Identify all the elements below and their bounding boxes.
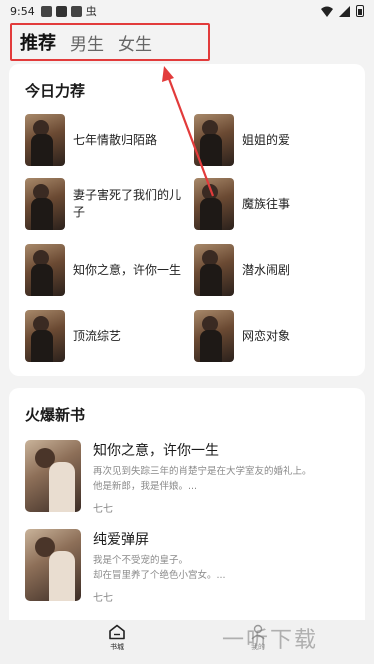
notification-icon-2 [55,5,67,17]
book-item[interactable]: 顶流综艺 [25,310,185,362]
book-description: 再次见到失踪三年的肖楚宁是在大学室友的婚礼上。 他是新郎，我是伴娘。... [93,466,312,492]
book-cover [25,114,65,166]
status-time: 9:54 [10,4,35,18]
book-cover [25,440,81,512]
book-title: 纯爱弹屏 [93,532,149,548]
book-author: 七七 [93,504,113,515]
book-title: 潜水闹剧 [242,262,291,277]
book-cover [25,244,65,296]
notification-icon [40,5,52,17]
book-item[interactable]: 网恋对象 [194,310,354,362]
book-title: 七年情散归陌路 [73,132,158,147]
battery-icon [356,5,364,17]
book-title: 网恋对象 [242,328,291,343]
book-title: 顶流综艺 [73,328,122,343]
book-cover [194,244,234,296]
book-item[interactable]: 七年情散归陌路 [25,114,185,166]
hot-new-books-card: 火爆新书 知你之意，许你一生 再次见到失踪三年的肖楚宁是在大学室友的婚礼上。 他… [9,388,365,620]
book-cover [194,114,234,166]
app-notification-icon: 虫 [85,5,97,18]
book-title: 妻子害死了我们的儿子 [73,188,182,219]
tab-recommend[interactable]: 推荐 [20,29,56,55]
new-book-item[interactable]: 知你之意，许你一生 再次见到失踪三年的肖楚宁是在大学室友的婚礼上。 他是新郎，我… [25,440,355,528]
book-cover [194,310,234,362]
book-item[interactable]: 姐姐的爱 [194,114,354,166]
book-title: 知你之意，许你一生 [93,443,219,459]
today-picks-card: 今日力荐 七年情散归陌路 姐姐的爱 妻子害死了我们的儿子 魔族往事 知你之意，许… [9,64,365,376]
book-item[interactable]: 知你之意，许你一生 [25,244,185,296]
book-cover [194,178,234,230]
home-icon [109,624,125,640]
book-description: 我是个不受宠的皇子。 却在冒里养了个绝色小宫女。... [93,555,226,581]
book-cover [25,178,65,230]
book-title: 魔族往事 [242,196,291,211]
new-book-item[interactable]: 纯爱弹屏 我是个不受宠的皇子。 却在冒里养了个绝色小宫女。... 七七 [25,529,355,617]
tab-female[interactable]: 女生 [118,30,152,55]
book-title: 知你之意，许你一生 [73,262,182,277]
today-picks-title: 今日力荐 [25,82,86,100]
book-cover [25,310,65,362]
signal-icon [339,5,350,17]
book-item[interactable]: 魔族往事 [194,178,354,230]
book-item[interactable]: 潜水闹剧 [194,244,354,296]
hot-new-books-title: 火爆新书 [25,406,86,424]
book-author: 七七 [93,593,113,604]
tab-male[interactable]: 男生 [70,30,104,55]
book-item[interactable]: 妻子害死了我们的儿子 [25,178,185,230]
book-cover [25,529,81,601]
watermark: 一听下载 [222,628,319,653]
status-bar: 9:54 虫 [0,0,374,22]
book-title: 姐姐的爱 [242,132,291,147]
nav-bookstore-label: 书城 [110,643,124,651]
font-icon [70,5,82,17]
nav-bookstore[interactable]: 书城 [97,624,137,652]
category-tabs: 推荐 男生 女生 [10,23,210,61]
wifi-icon [321,6,333,17]
